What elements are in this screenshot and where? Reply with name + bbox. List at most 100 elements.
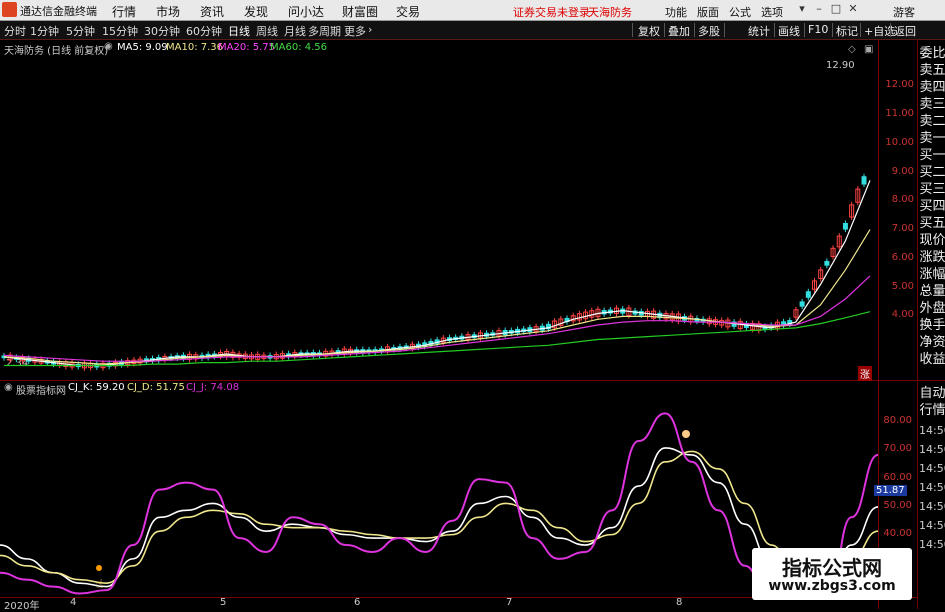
indicator-line-cj-j — [0, 412, 878, 597]
quote-label[interactable]: 涨跌 — [919, 250, 945, 266]
menu-item-layout[interactable]: 版面 — [697, 4, 719, 20]
menu-item-wealth[interactable]: 财富圈 — [342, 3, 378, 20]
menu-item-assistant[interactable]: 问小达 — [288, 3, 324, 20]
indicator-info: ◉ 股票指标网 CJ_K: 59.20 CJ_D: 51.75 CJ_J: 74… — [0, 382, 878, 397]
tab-period-multi[interactable]: 多周期 — [308, 23, 341, 39]
panel-toggle-icon[interactable]: ▣ — [864, 44, 873, 55]
menu-item-quotes[interactable]: 行情 — [112, 3, 136, 20]
chevron-right-icon[interactable]: › — [368, 23, 372, 36]
cj-k-label: CJ_K: 59.20 — [68, 382, 125, 393]
tick-time: 14:50 — [919, 424, 945, 437]
price-axis-label: 6.00 — [891, 252, 914, 263]
indicator-line-cj-k — [0, 447, 878, 597]
tab-period-more[interactable]: 更多 — [344, 23, 366, 39]
tab-period-15min[interactable]: 15分钟 — [102, 23, 138, 39]
price-axis-label: 9.00 — [891, 166, 914, 177]
date-axis-label: 8 — [676, 597, 683, 608]
quote-label[interactable]: 现价 — [919, 233, 945, 249]
date-axis-label: 2020年 — [4, 601, 40, 612]
maximize-icon[interactable]: □ — [829, 2, 843, 16]
back-button[interactable]: 返回 — [894, 23, 916, 39]
tick-time: 14:50 — [919, 500, 945, 513]
candle-body — [805, 291, 811, 298]
candle-body — [861, 176, 867, 185]
ma60-label: MA60: 4.56 — [270, 42, 328, 53]
quote-label[interactable]: 买四 — [919, 199, 945, 215]
tick-time: 14:50 — [919, 481, 945, 494]
menu-item-discover[interactable]: 发现 — [244, 3, 268, 20]
tick-time: 14:50 — [919, 462, 945, 475]
draw-line-button[interactable]: 画线 — [778, 23, 800, 39]
candlesticks — [1, 173, 867, 371]
indicator-settings-icon[interactable]: ◉ — [4, 382, 13, 393]
indicator-chart[interactable]: ☝ — [0, 396, 878, 597]
date-axis-label: 4 — [70, 597, 77, 608]
candlestick-chart[interactable] — [0, 56, 878, 380]
quote-label[interactable]: 卖二 — [919, 114, 945, 130]
indicator-axis-label: 80.00 — [883, 415, 912, 426]
quote-label[interactable]: 涨幅 — [919, 267, 945, 283]
menu-item-market[interactable]: 市场 — [156, 3, 180, 20]
menu-item-function[interactable]: 功能 — [665, 4, 687, 20]
tick-time: 14:50 — [919, 538, 945, 551]
tab-period-month[interactable]: 月线 — [284, 23, 306, 39]
indicator-lines — [0, 412, 878, 597]
tab-period-day[interactable]: 日线 — [228, 23, 250, 39]
menu-item-options[interactable]: 选项 — [761, 4, 783, 20]
date-axis-label: 7 — [506, 597, 513, 608]
window-menu-icon[interactable]: ▾ — [795, 2, 809, 16]
indicator-axis-label: 70.00 — [883, 443, 912, 454]
tick-time: 14:50 — [919, 519, 945, 532]
quote-label[interactable]: 总量 — [919, 284, 945, 300]
minimize-icon[interactable]: – — [812, 2, 826, 16]
menu-item-news[interactable]: 资讯 — [200, 3, 224, 20]
price-axis-label: 4.00 — [891, 309, 914, 320]
quote-label[interactable]: 委比 — [919, 46, 945, 62]
tick-panel-subtitle[interactable]: 行情 — [919, 403, 945, 419]
app-logo-icon — [2, 2, 17, 17]
statistics-button[interactable]: 统计 — [748, 23, 770, 39]
signal-marker-buy — [96, 565, 102, 571]
ma5-label: MA5: 9.09 — [117, 42, 168, 53]
quote-label[interactable]: 换手 — [919, 318, 945, 334]
candle-body — [824, 260, 830, 266]
tab-period-5min[interactable]: 5分钟 — [66, 23, 95, 39]
login-notice[interactable]: 证券交易未登录 — [513, 4, 590, 20]
f10-button[interactable]: F10 — [808, 23, 828, 36]
overlay-button[interactable]: 叠加 — [668, 23, 690, 39]
quote-label[interactable]: 买二 — [919, 165, 945, 181]
tab-period-tick[interactable]: 分时 — [4, 23, 26, 39]
price-axis-label: 10.00 — [885, 137, 914, 148]
quote-label[interactable]: 收益 — [919, 352, 945, 368]
menu-item-trade[interactable]: 交易 — [396, 3, 420, 20]
tab-period-1min[interactable]: 1分钟 — [30, 23, 59, 39]
close-icon[interactable]: ✕ — [846, 2, 860, 16]
quote-label[interactable]: 买三 — [919, 182, 945, 198]
tab-period-30min[interactable]: 30分钟 — [144, 23, 180, 39]
adjust-button[interactable]: 复权 — [638, 23, 660, 39]
quote-panel: 委比 卖五 卖四 卖三 卖二 卖一 买一 买二 买三 买四 买五 现价 涨跌 涨… — [917, 40, 945, 380]
settings-dot-icon[interactable]: ◉ — [104, 41, 113, 52]
quote-label[interactable]: 卖四 — [919, 80, 945, 96]
quote-label[interactable]: 卖三 — [919, 97, 945, 113]
quote-label[interactable]: 买五 — [919, 216, 945, 232]
menu-item-formula[interactable]: 公式 — [729, 4, 751, 20]
cj-d-label: CJ_D: 51.75 — [127, 382, 185, 393]
price-axis-label: 7.00 — [891, 223, 914, 234]
mark-button[interactable]: 标记 — [836, 23, 858, 39]
tick-panel-title[interactable]: 自动 — [919, 386, 945, 402]
tab-period-week[interactable]: 周线 — [256, 23, 278, 39]
multi-stock-button[interactable]: 多股 — [698, 23, 720, 39]
price-axis-label: 5.00 — [891, 281, 914, 292]
watermark-title: 指标公式网 — [782, 556, 882, 580]
date-axis: 2020年 4 5 6 7 8 — [0, 597, 878, 612]
quote-label[interactable]: 买一 — [919, 148, 945, 164]
tick-panel: 自动 行情 14:50 14:50 14:50 14:50 14:50 14:5… — [917, 382, 945, 609]
quote-label[interactable]: 卖五 — [919, 63, 945, 79]
quote-label[interactable]: 卖一 — [919, 131, 945, 147]
tab-period-60min[interactable]: 60分钟 — [186, 23, 222, 39]
quote-label[interactable]: 外盘 — [919, 301, 945, 317]
quote-label[interactable]: 净资 — [919, 335, 945, 351]
user-label[interactable]: 游客 — [893, 4, 915, 20]
diamond-icon[interactable]: ◇ — [848, 44, 856, 55]
